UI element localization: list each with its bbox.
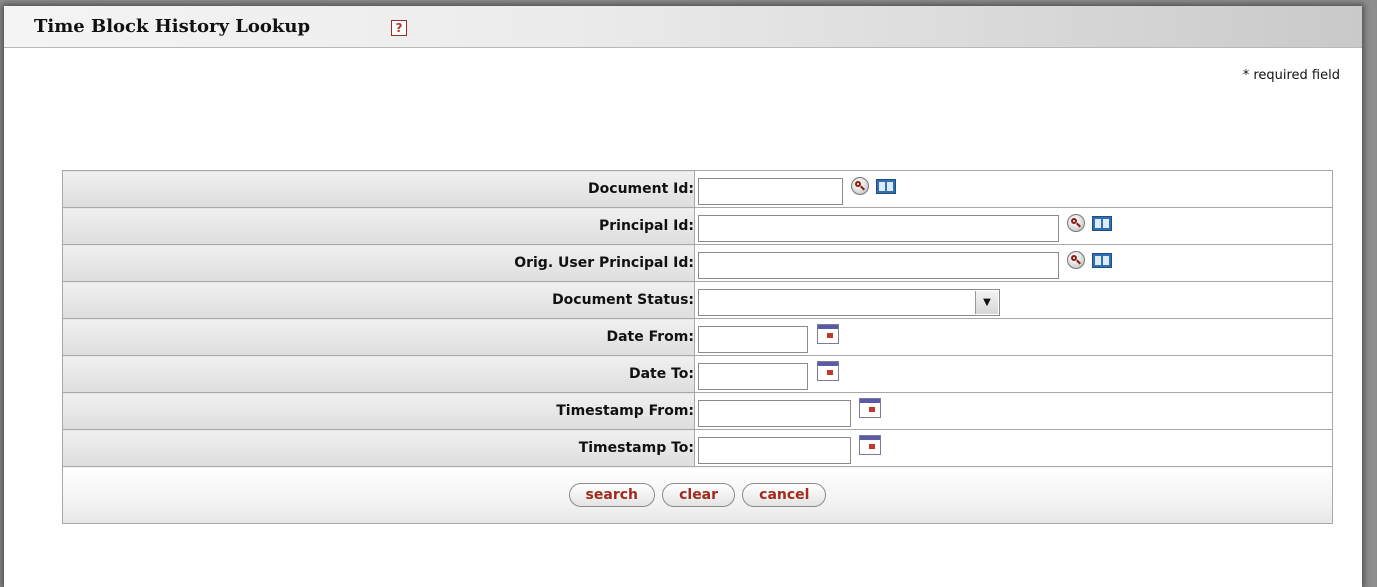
page-header: Time Block History Lookup ? [4, 6, 1362, 48]
row-timestamp-from: Timestamp From: [62, 392, 1333, 430]
document-status-select[interactable]: ▼ [698, 289, 1000, 316]
timestamp-to-input[interactable] [698, 437, 851, 464]
search-icon[interactable] [851, 177, 869, 195]
clear-button[interactable]: clear [662, 483, 736, 507]
cancel-button[interactable]: cancel [742, 483, 827, 507]
row-date-to: Date To: [62, 355, 1333, 393]
orig-user-principal-id-label: Orig. User Principal Id: [62, 244, 695, 282]
calendar-icon[interactable] [817, 324, 839, 344]
lookup-criteria-table: Document Id: Principal Id: Orig. User Pr… [62, 170, 1333, 524]
help-icon[interactable]: ? [391, 20, 407, 36]
principal-id-label: Principal Id: [62, 207, 695, 245]
timestamp-from-input[interactable] [698, 400, 851, 427]
orig-user-principal-id-input[interactable] [698, 252, 1059, 279]
row-document-status: Document Status: ▼ [62, 281, 1333, 319]
date-to-label: Date To: [62, 355, 695, 393]
book-icon[interactable] [1092, 253, 1112, 268]
lookup-window: Time Block History Lookup ? * required f… [4, 6, 1362, 587]
button-row: search clear cancel [62, 466, 1333, 524]
row-document-id: Document Id: [62, 170, 1333, 208]
date-to-input[interactable] [698, 363, 808, 390]
search-icon[interactable] [1067, 214, 1085, 232]
calendar-icon[interactable] [817, 361, 839, 381]
page-title: Time Block History Lookup [34, 16, 311, 37]
date-from-input[interactable] [698, 326, 808, 353]
calendar-icon[interactable] [859, 398, 881, 418]
row-timestamp-to: Timestamp To: [62, 429, 1333, 467]
document-status-label: Document Status: [62, 281, 695, 319]
date-from-label: Date From: [62, 318, 695, 356]
required-field-note: * required field [1242, 68, 1340, 83]
timestamp-to-label: Timestamp To: [62, 429, 695, 467]
chevron-down-icon[interactable]: ▼ [975, 291, 998, 314]
row-date-from: Date From: [62, 318, 1333, 356]
row-orig-user-principal-id: Orig. User Principal Id: [62, 244, 1333, 282]
row-principal-id: Principal Id: [62, 207, 1333, 245]
principal-id-input[interactable] [698, 215, 1059, 242]
search-icon[interactable] [1067, 251, 1085, 269]
timestamp-from-label: Timestamp From: [62, 392, 695, 430]
book-icon[interactable] [1092, 216, 1112, 231]
search-button[interactable]: search [568, 483, 655, 507]
document-id-label: Document Id: [62, 170, 695, 208]
document-id-input[interactable] [698, 178, 843, 205]
book-icon[interactable] [876, 179, 896, 194]
calendar-icon[interactable] [859, 435, 881, 455]
